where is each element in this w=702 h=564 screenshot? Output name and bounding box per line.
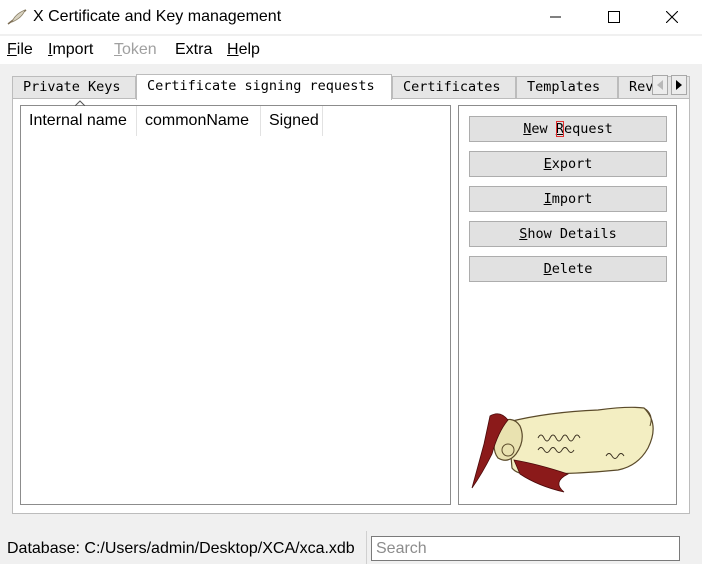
import-button[interactable]: Import — [469, 186, 667, 212]
column-header-internal-name[interactable]: Internal name — [21, 100, 137, 136]
close-button[interactable] — [643, 0, 701, 34]
delete-button[interactable]: Delete — [469, 256, 667, 282]
export-button[interactable]: Export — [469, 151, 667, 177]
export-label: xport — [551, 156, 593, 172]
tab-certificates[interactable]: Certificates — [392, 76, 516, 99]
maximize-icon — [608, 11, 620, 23]
import-mnemonic: I — [543, 191, 552, 207]
show-details-label: how Details — [527, 226, 617, 242]
new-request-mnemonic-2: R — [555, 121, 564, 137]
xca-feather-icon — [7, 9, 27, 25]
menu-import-label: mport — [52, 41, 94, 58]
tab-private-keys[interactable]: Private Keys — [12, 76, 136, 99]
maximize-button[interactable] — [585, 0, 643, 34]
menu-help-mnemonic: H — [227, 41, 239, 58]
import-label: mport — [551, 191, 593, 207]
certificate-scroll-illustration — [471, 406, 654, 493]
tab-scroll-right-button[interactable] — [671, 75, 687, 95]
new-request-label-2: equest — [563, 121, 613, 137]
sort-ascending-icon — [75, 100, 85, 106]
menu-token-mnemonic: T — [114, 41, 122, 58]
database-path-label: Database: C:/Users/admin/Desktop/XCA/xca… — [7, 540, 355, 557]
window-title: X Certificate and Key management — [33, 8, 282, 25]
menu-bar: File Import Token Extra Help — [0, 36, 702, 64]
minimize-icon — [550, 16, 561, 18]
tab-bar: Private Keys Certificate signing request… — [12, 74, 690, 100]
search-input[interactable] — [371, 536, 680, 561]
request-list[interactable]: Internal name commonName Signed — [20, 100, 451, 505]
column-header-signed[interactable]: Signed — [261, 106, 323, 136]
new-request-label-1: ew — [531, 121, 556, 137]
export-mnemonic: E — [543, 156, 552, 172]
status-separator — [366, 531, 367, 564]
menu-help[interactable]: Help — [227, 40, 260, 60]
menu-help-label: elp — [238, 41, 260, 58]
menu-token[interactable]: Token — [114, 40, 157, 60]
menu-file-label: ile — [16, 41, 33, 58]
menu-file-mnemonic: F — [7, 41, 17, 58]
show-details-button[interactable]: Show Details — [469, 221, 667, 247]
menu-extra[interactable]: Extra — [175, 40, 212, 60]
menu-file[interactable]: File — [7, 40, 33, 60]
new-request-button[interactable]: New Request — [469, 116, 667, 142]
tab-templates[interactable]: Templates — [516, 76, 618, 99]
column-header-commonname[interactable]: commonName — [137, 106, 261, 136]
title-bar: X Certificate and Key management — [0, 0, 702, 34]
chevron-left-icon — [657, 80, 663, 90]
column-header-label: Internal name — [29, 112, 127, 129]
tab-scroll-left-button[interactable] — [652, 75, 668, 95]
delete-mnemonic: D — [543, 261, 552, 277]
delete-label: elete — [551, 261, 593, 277]
menu-import[interactable]: Import — [48, 40, 93, 60]
chevron-right-icon — [676, 80, 682, 90]
menu-extra-label: Extra — [175, 41, 213, 58]
menu-token-label: oken — [122, 41, 157, 58]
minimize-button[interactable] — [527, 0, 585, 34]
close-icon — [666, 11, 678, 23]
tab-certificate-signing-requests[interactable]: Certificate signing requests — [136, 74, 392, 100]
